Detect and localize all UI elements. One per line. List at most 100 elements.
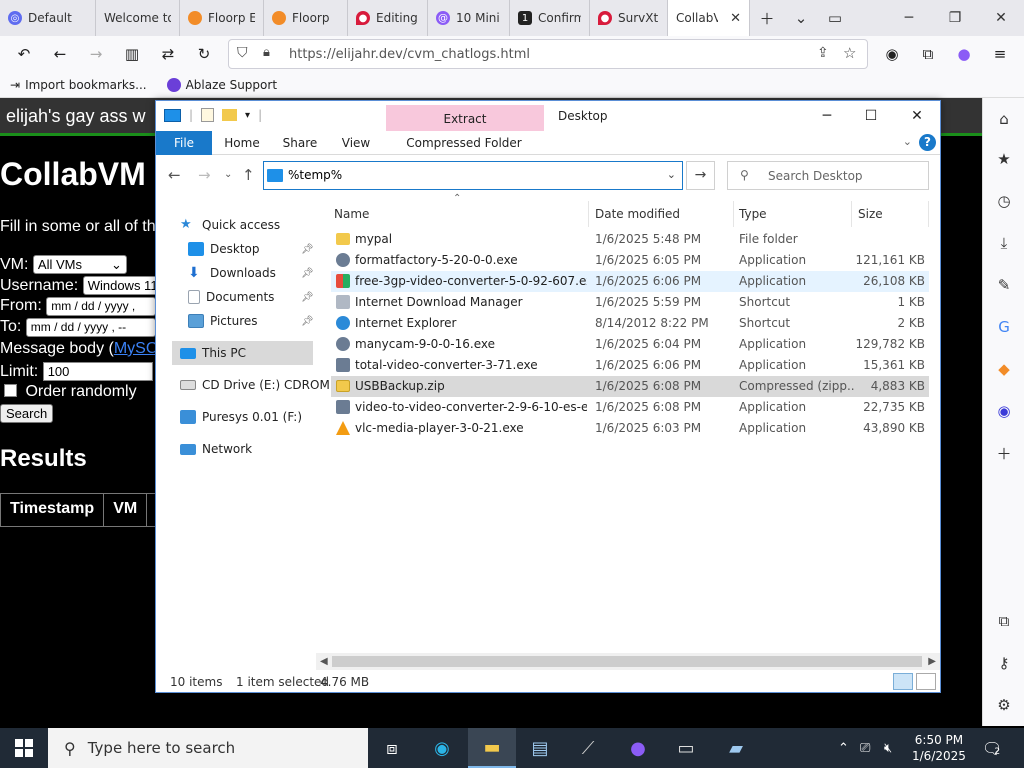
terminal-icon[interactable]: ▭ [662, 728, 710, 768]
ribbon-context-extract[interactable]: Extract [386, 105, 544, 131]
share-icon[interactable]: ⇪ [817, 45, 829, 61]
pin-icon[interactable]: 📌︎ [301, 292, 314, 303]
show-hidden-icons[interactable]: ⌃ [838, 728, 849, 768]
pin-icon[interactable]: 📌︎ [301, 244, 314, 255]
floorp-taskbar-icon[interactable]: ● [614, 728, 662, 768]
minimize-browser-button[interactable]: ─ [886, 0, 932, 36]
reload-button[interactable]: ↻ [186, 36, 222, 72]
tab-survxt[interactable]: ● SurvXt [590, 0, 668, 36]
file-row-selected[interactable]: USBBackup.zip 1/6/2025 6:08 PM Compresse… [331, 376, 929, 397]
bookmarks-star-icon[interactable]: ★ [983, 144, 1024, 174]
nav-item-pictures[interactable]: Pictures 📌︎ [188, 309, 316, 333]
tab-default[interactable]: ◎ Default [0, 0, 96, 36]
taskbar-clock[interactable]: 6:50 PM 1/6/2025 [912, 732, 966, 764]
explorer-minimize-button[interactable]: ─ [804, 103, 850, 129]
extension-puzzle-icon[interactable]: ⧉ [983, 606, 1024, 636]
recent-locations-icon[interactable]: ⌄ [224, 169, 232, 180]
nav-item-documents[interactable]: Documents 📌︎ [188, 285, 316, 309]
mysql-link[interactable]: MySC [114, 340, 158, 357]
up-arrow-icon[interactable]: ↑ [242, 166, 255, 184]
nav-item-downloads[interactable]: ⬇ Downloads 📌︎ [188, 261, 316, 285]
account-icon[interactable]: ◉ [874, 36, 910, 72]
network-tray-icon[interactable]: ⎚ [860, 728, 870, 768]
bookmark-ablaze-support[interactable]: Ablaze Support [166, 77, 277, 92]
pin-icon[interactable]: 📌︎ [301, 316, 314, 327]
start-button[interactable] [0, 728, 48, 768]
edge-icon[interactable]: ◉ [418, 728, 466, 768]
nav-item-this-pc[interactable]: This PC [172, 341, 313, 365]
help-icon[interactable]: ? [919, 134, 936, 151]
explorer-maximize-button[interactable]: ☐ [848, 103, 894, 129]
tab-collabvm[interactable]: CollabVM ✕ [668, 0, 750, 36]
nav-item-quick-access[interactable]: ★ Quick access [180, 213, 340, 237]
order-randomly-checkbox[interactable] [4, 384, 17, 398]
app-icon[interactable]: ◉ [983, 396, 1024, 426]
nav-item-cd-drive[interactable]: CD Drive (E:) CDROM [180, 373, 340, 397]
properties-icon[interactable] [201, 108, 215, 122]
new-tab-button[interactable]: ＋ [750, 0, 784, 36]
forward-button[interactable]: → [78, 36, 114, 72]
forward-arrow-icon[interactable]: → [198, 166, 211, 184]
file-row[interactable]: vlc-media-player-3-0-21.exe 1/6/2025 6:0… [331, 418, 929, 439]
chevron-down-icon[interactable]: ⌄ [784, 0, 818, 36]
back-button[interactable]: ← [42, 36, 78, 72]
column-header-name[interactable]: Name [331, 201, 589, 227]
menu-icon[interactable]: ≡ [982, 36, 1018, 72]
tab-editing[interactable]: ● Editing [348, 0, 428, 36]
profile-icon[interactable]: ● [946, 36, 982, 72]
to-date-input[interactable]: mm / dd / yyyy , -- [25, 318, 156, 337]
lock-icon[interactable]: 🔒︎ [263, 45, 270, 60]
horizontal-scrollbar[interactable]: ◀ ▶ [316, 653, 940, 670]
expand-ribbon-icon[interactable]: ⌄ [903, 135, 912, 148]
usb-app-icon[interactable]: ⟋ [564, 728, 612, 768]
file-row[interactable]: formatfactory-5-20-0-0.exe 1/6/2025 6:05… [331, 250, 929, 271]
scroll-right-arrow-icon[interactable]: ▶ [928, 653, 936, 670]
notes-pen-icon[interactable]: ✎ [983, 270, 1024, 300]
file-row[interactable]: video-to-video-converter-2-9-6-10-es-e..… [331, 397, 929, 418]
address-dropdown-icon[interactable]: ⌄ [667, 168, 676, 181]
ribbon-tab-view[interactable]: View [336, 131, 376, 155]
file-row[interactable]: Internet Download Manager 1/6/2025 5:59 … [331, 292, 929, 313]
vm-select[interactable]: All VMs ⌄ [32, 255, 127, 274]
file-row[interactable]: manycam-9-0-0-16.exe 1/6/2025 6:04 PM Ap… [331, 334, 929, 355]
search-box[interactable]: ⚲ Search Desktop [727, 161, 929, 190]
customize-toolbar-icon[interactable]: ▾ [245, 110, 250, 121]
tab-confirm[interactable]: 1 Confirm [510, 0, 590, 36]
task-view-icon[interactable]: ⧈ [368, 728, 416, 768]
toolbox-icon[interactable]: ⌂ [983, 104, 1024, 134]
key-icon[interactable]: ⚷ [983, 648, 1024, 678]
ribbon-tab-home[interactable]: Home [220, 131, 264, 155]
nav-item-network[interactable]: Network [180, 437, 340, 461]
tab-floorp-e[interactable]: Floorp E [180, 0, 264, 36]
downloads-icon[interactable]: ⤓ [983, 228, 1024, 258]
from-date-input[interactable]: mm / dd / yyyy , [46, 297, 157, 316]
bookmark-import[interactable]: ⇥ Import bookmarks... [10, 78, 147, 92]
floorp-leaf-icon[interactable]: ◆ [983, 354, 1024, 384]
notepad-icon[interactable]: ▰ [712, 728, 760, 768]
url-bar[interactable]: ⛉ 🔒︎ https://elijahr.dev/cvm_chatlogs.ht… [228, 39, 868, 69]
column-header-size[interactable]: Size [855, 201, 929, 227]
history-clock-icon[interactable]: ◷ [983, 186, 1024, 216]
settings-gear-icon[interactable]: ⚙ [983, 690, 1024, 720]
new-folder-icon[interactable] [222, 109, 238, 121]
tab-welcome[interactable]: Welcome to [96, 0, 180, 36]
computer-app-icon[interactable]: ▤ [516, 728, 564, 768]
tab-floorp[interactable]: Floorp [264, 0, 348, 36]
extensions-icon[interactable]: ⧉ [910, 36, 946, 72]
large-icons-view-icon[interactable] [916, 673, 936, 690]
add-panel-icon[interactable]: ＋ [983, 438, 1024, 468]
ribbon-tab-file[interactable]: File [156, 131, 212, 155]
file-row[interactable]: free-3gp-video-converter-5-0-92-607.exe … [331, 271, 929, 292]
scroll-left-arrow-icon[interactable]: ◀ [320, 653, 328, 670]
notification-center-icon[interactable]: 🗨︎ 2 [982, 728, 1002, 768]
undo-close-icon[interactable]: ↶ [6, 36, 42, 72]
file-row[interactable]: total-video-converter-3-71.exe 1/6/2025 … [331, 355, 929, 376]
sidebar-toggle-icon[interactable]: ▥ [114, 36, 150, 72]
pin-icon[interactable]: 📌︎ [301, 268, 314, 279]
shield-icon[interactable]: ⛉ [237, 45, 248, 61]
column-header-date-modified[interactable]: Date modified [592, 201, 734, 227]
nav-item-puresys-drive[interactable]: Puresys 0.01 (F:) [180, 405, 340, 429]
explorer-close-button[interactable]: ✕ [894, 103, 940, 129]
translate-icon[interactable]: G [983, 312, 1024, 342]
close-browser-button[interactable]: ✕ [978, 0, 1024, 36]
